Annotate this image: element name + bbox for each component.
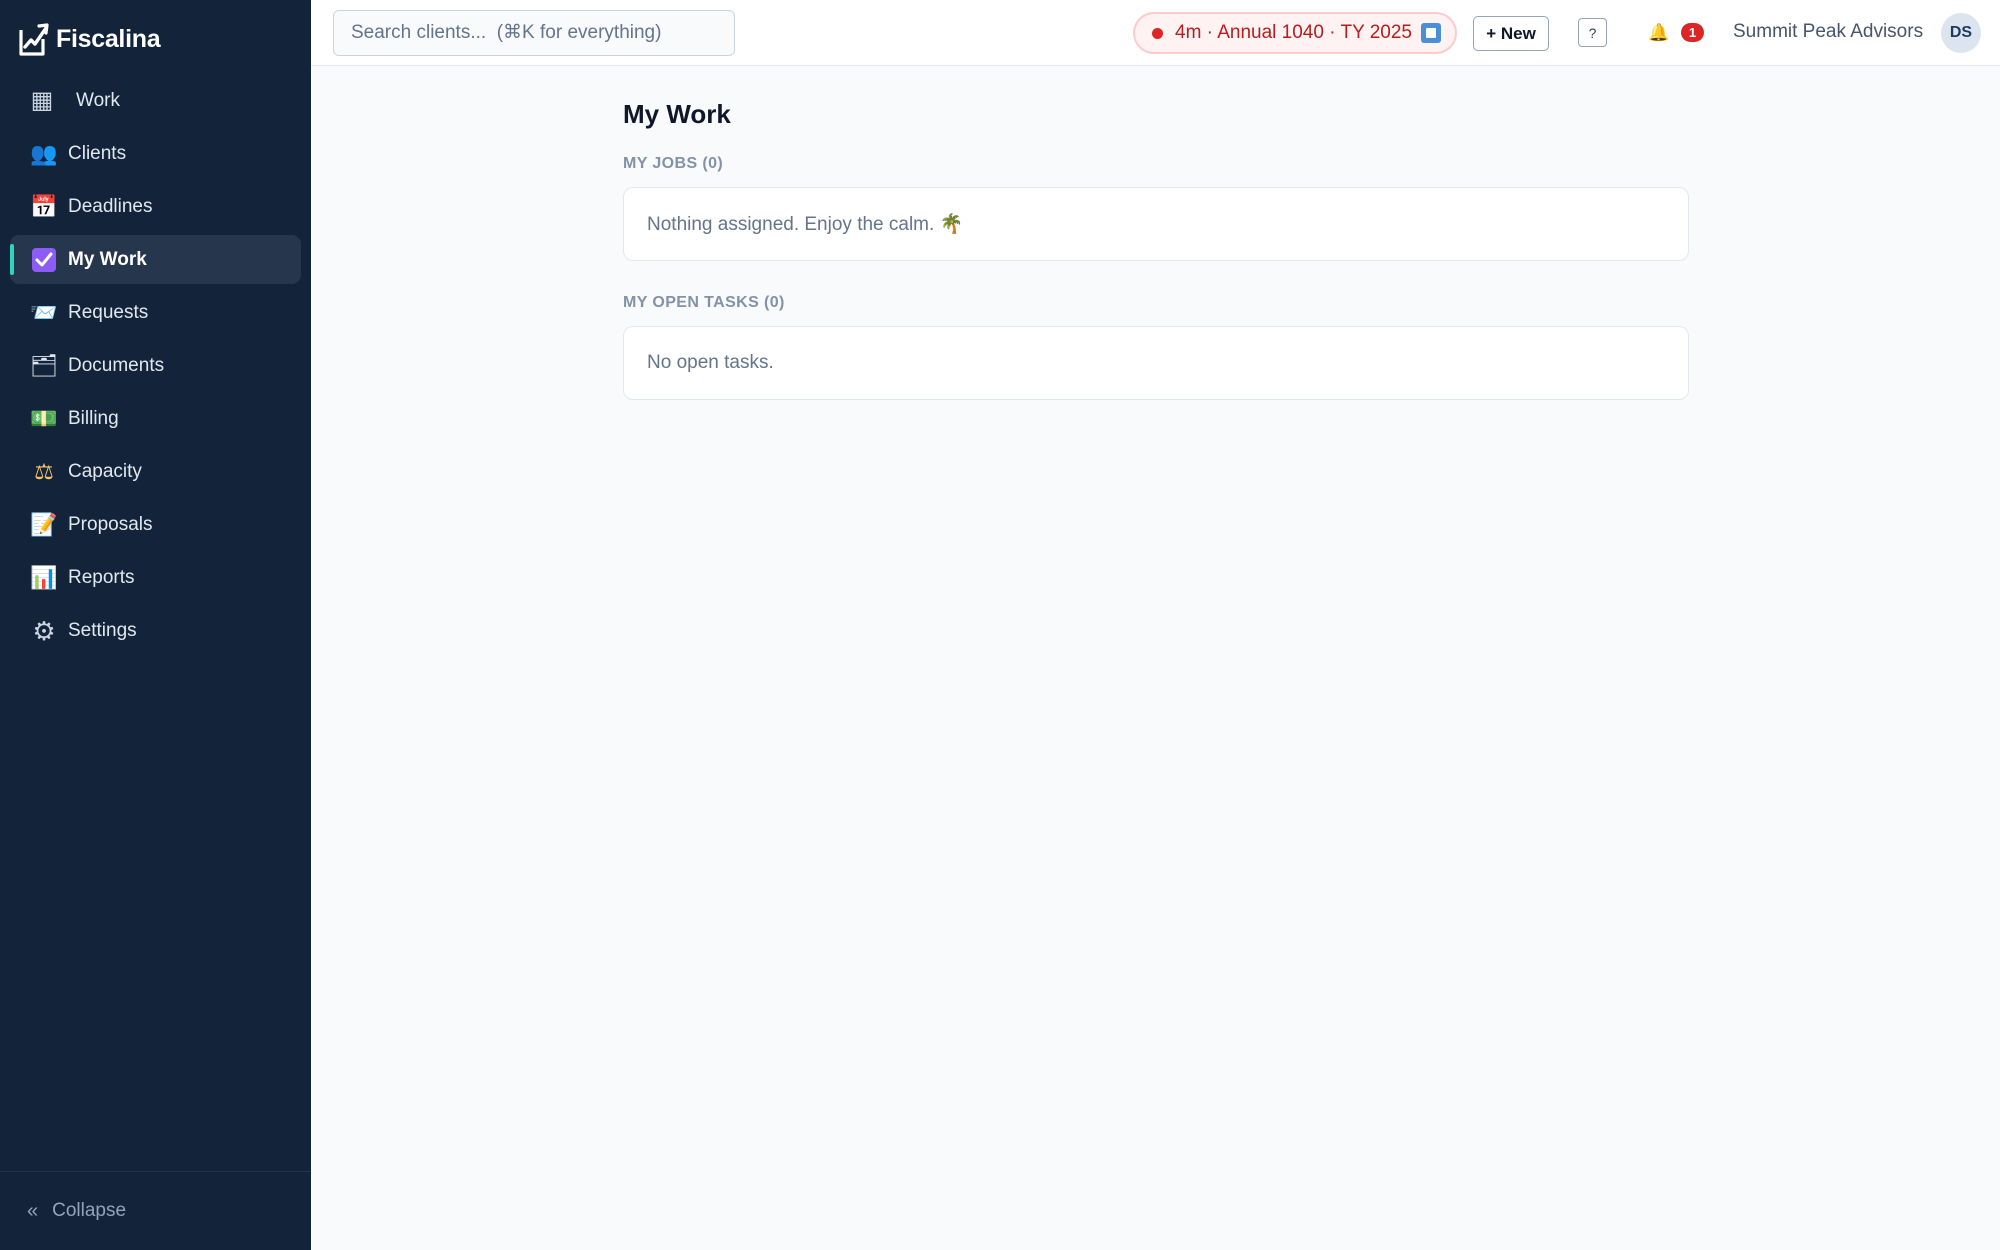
sidebar-item-label: Capacity (68, 460, 142, 482)
gear-icon: ⚙ (32, 615, 56, 646)
help-button[interactable]: ? (1578, 18, 1607, 47)
sidebar-item-clients[interactable]: 👥 Clients (10, 129, 301, 178)
grid-icon: ▦ (30, 86, 54, 114)
sidebar-item-label: Billing (68, 407, 119, 429)
brand-name: Fiscalina (56, 24, 161, 53)
bar-chart-icon: 📊 (30, 564, 58, 590)
sidebar-item-label: Deadlines (68, 195, 153, 217)
sidebar: Fiscalina ▦ Work 👥 Clients 📅 Deadlines M… (0, 0, 311, 1250)
new-button[interactable]: + New (1473, 16, 1549, 51)
sidebar-item-billing[interactable]: 💵 Billing (10, 394, 301, 443)
sidebar-item-work[interactable]: ▦ Work (10, 76, 301, 125)
running-timer[interactable]: 4m · Annual 1040 · TY 2025 (1133, 12, 1457, 54)
my-open-tasks-heading: MY OPEN TASKS (0) (623, 294, 785, 311)
collapse-label: Collapse (52, 1200, 127, 1221)
memo-icon: 📝 (30, 511, 58, 537)
sidebar-item-label: Proposals (68, 513, 153, 535)
timer-label: 4m · Annual 1040 · TY 2025 (1175, 22, 1412, 43)
notification-badge[interactable]: 1 (1681, 23, 1704, 42)
sidebar-item-label: Documents (68, 354, 165, 376)
sidebar-item-proposals[interactable]: 📝 Proposals (10, 500, 301, 549)
checkbox-icon (30, 246, 58, 274)
page-title: My Work (623, 99, 731, 129)
my-jobs-empty-state: Nothing assigned. Enjoy the calm. 🌴 (623, 187, 1689, 261)
search-input[interactable] (333, 10, 735, 56)
chevrons-left-icon: « (27, 1199, 39, 1222)
firm-name[interactable]: Summit Peak Advisors (1733, 21, 1923, 43)
logo-icon (19, 23, 49, 56)
sidebar-item-reports[interactable]: 📊 Reports (10, 553, 301, 602)
collapse-button[interactable]: « Collapse (0, 1171, 311, 1250)
sidebar-item-requests[interactable]: 📨 Requests (10, 288, 301, 337)
calendar-icon: 📅 (30, 193, 58, 219)
sidebar-item-label: Requests (68, 301, 149, 323)
avatar[interactable]: DS (1941, 13, 1981, 53)
sidebar-item-my-work[interactable]: My Work (10, 235, 301, 284)
bell-icon[interactable]: 🔔 (1648, 22, 1670, 44)
users-icon: 👥 (30, 140, 58, 166)
folder-icon: 🗂 (30, 352, 58, 378)
stop-icon[interactable] (1420, 23, 1441, 43)
inbox-icon: 📨 (30, 299, 58, 325)
main-content: My Work MY JOBS (0) Nothing assigned. En… (623, 66, 1689, 400)
sidebar-item-capacity[interactable]: ⚖ Capacity (10, 447, 301, 496)
sidebar-item-label: My Work (68, 248, 147, 270)
topbar: 4m · Annual 1040 · TY 2025 + New ? 🔔 1 S… (311, 0, 2000, 66)
money-icon: 💵 (30, 405, 58, 431)
my-open-tasks-empty-state: No open tasks. (623, 326, 1689, 400)
sidebar-item-deadlines[interactable]: 📅 Deadlines (10, 182, 301, 231)
sidebar-item-label: Work (76, 89, 120, 111)
my-jobs-heading: MY JOBS (0) (623, 155, 724, 172)
sidebar-item-settings[interactable]: ⚙ Settings (10, 606, 301, 655)
sidebar-item-label: Settings (68, 619, 137, 641)
scales-icon: ⚖ (34, 458, 54, 484)
recording-dot-icon (1152, 27, 1163, 39)
sidebar-item-documents[interactable]: 🗂 Documents (10, 341, 301, 390)
sidebar-item-label: Reports (68, 566, 135, 588)
sidebar-nav: ▦ Work 👥 Clients 📅 Deadlines My Work 📨 R… (10, 76, 301, 659)
sidebar-item-label: Clients (68, 142, 127, 164)
brand[interactable]: Fiscalina (16, 19, 161, 59)
